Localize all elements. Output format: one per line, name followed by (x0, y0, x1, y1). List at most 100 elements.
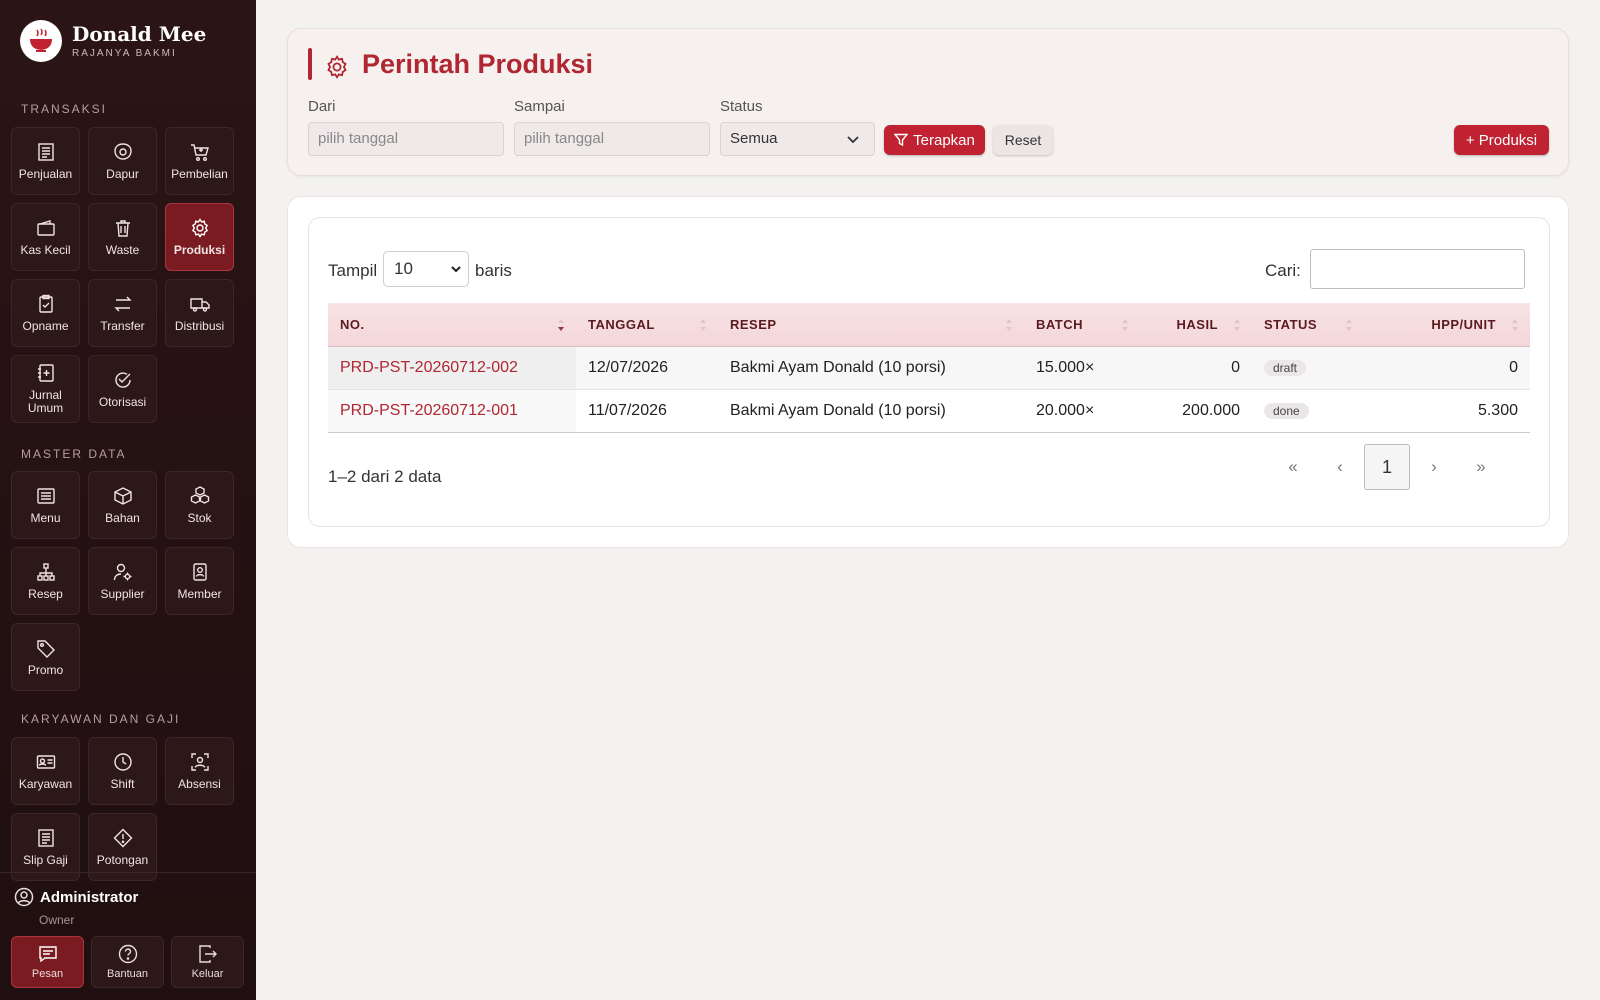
production-number-link[interactable]: PRD-PST-20260712-001 (340, 402, 518, 419)
nav-member[interactable]: Member (165, 547, 234, 615)
dari-date-input[interactable]: pilih tanggal (308, 122, 504, 156)
rows-label: baris (475, 261, 512, 280)
cell-status: done (1252, 389, 1364, 433)
nav-label: Distribusi (174, 318, 225, 333)
nav-label: Umum (27, 401, 64, 415)
receipt-icon (37, 828, 54, 847)
nav-menu[interactable]: Menu (11, 471, 80, 539)
sampai-date-input[interactable]: pilih tanggal (514, 122, 710, 156)
nav-label: Shift (110, 776, 135, 791)
pagination-next[interactable]: › (1411, 444, 1457, 490)
nav-absensi[interactable]: Absensi (165, 737, 234, 805)
nav-distribusi[interactable]: Distribusi (165, 279, 234, 347)
box-icon (113, 486, 132, 505)
sort-icon (700, 319, 706, 331)
reset-button[interactable]: Reset (993, 125, 1053, 155)
cell-batch: 20.000× (1024, 389, 1140, 433)
wallet-icon (36, 219, 55, 236)
user-gear-icon (113, 563, 131, 580)
col-status-label: STATUS (1264, 316, 1318, 332)
nav-dapur[interactable]: Dapur (88, 127, 157, 195)
nav-kas-kecil[interactable]: Kas Kecil (11, 203, 80, 271)
nav-label: Waste (105, 242, 140, 257)
production-table: NO. TANGGAL RESEP BATCH HASIL STATUS HPP… (328, 303, 1530, 433)
brand[interactable]: Donald Mee RAJANYA BAKMI (20, 20, 206, 62)
cell-hpp: 0 (1364, 346, 1530, 390)
col-hpp-unit[interactable]: HPP/UNIT (1364, 303, 1530, 347)
pagination-first[interactable]: « (1270, 444, 1316, 490)
col-hasil[interactable]: HASIL (1140, 303, 1252, 347)
nav-supplier[interactable]: Supplier (88, 547, 157, 615)
col-no[interactable]: NO. (328, 303, 576, 347)
nav-jurnal-umum[interactable]: Jurnal Umum (11, 355, 80, 423)
nav-bahan[interactable]: Bahan (88, 471, 157, 539)
section-karyawan: KARYAWAN DAN GAJI (21, 712, 181, 726)
table-card: Tampil 10 baris Cari: NO. TANGGAL RESEP … (287, 196, 1569, 548)
filter-card: Perintah Produksi Dari pilih tanggal Sam… (287, 28, 1569, 176)
nav-penjualan[interactable]: Penjualan (11, 127, 80, 195)
user-profile[interactable]: Administrator (14, 887, 138, 907)
sidebar: Donald Mee RAJANYA BAKMI TRANSAKSI Penju… (0, 0, 256, 1000)
col-status[interactable]: STATUS (1252, 303, 1364, 347)
nav-label: Supplier (100, 586, 145, 601)
boxes-icon (190, 485, 209, 504)
col-batch[interactable]: BATCH (1024, 303, 1140, 347)
sort-icon (1122, 319, 1128, 331)
warning-diamond-icon (113, 828, 132, 847)
nav-potongan[interactable]: Potongan (88, 813, 157, 881)
col-tanggal[interactable]: TANGGAL (576, 303, 718, 347)
page-title: Perintah Produksi (362, 49, 594, 79)
cell-resep: Bakmi Ayam Donald (10 porsi) (718, 346, 1024, 390)
sidebar-divider (0, 872, 256, 873)
cell-batch: 15.000× (1024, 346, 1140, 390)
nav-label: Penjualan (18, 166, 73, 181)
nav-slip-gaji[interactable]: Slip Gaji (11, 813, 80, 881)
nav-label: Opname (22, 318, 69, 333)
logout-icon (198, 945, 217, 963)
pagination-page-1[interactable]: 1 (1364, 444, 1410, 490)
sampai-label: Sampai (514, 98, 565, 115)
status-select-value: Semua (730, 130, 778, 147)
nav-karyawan[interactable]: Karyawan (11, 737, 80, 805)
keluar-button[interactable]: Keluar (171, 936, 244, 988)
arrows-swap-icon (113, 296, 132, 311)
nav-transfer[interactable]: Transfer (88, 279, 157, 347)
add-produksi-button[interactable]: + Produksi (1454, 125, 1549, 155)
col-hpp-label: HPP/UNIT (1431, 316, 1496, 332)
cell-tanggal: 11/07/2026 (576, 389, 718, 433)
question-circle-icon (118, 944, 137, 964)
production-number-link[interactable]: PRD-PST-20260712-002 (340, 359, 518, 376)
page-length-value: 10 (394, 259, 413, 278)
cell-no: PRD-PST-20260712-002 (328, 346, 576, 390)
clipboard-check-icon (38, 294, 53, 313)
nav-waste[interactable]: Waste (88, 203, 157, 271)
filter-icon (894, 133, 909, 147)
message-icon (38, 946, 57, 963)
sort-icon (1234, 319, 1240, 331)
nav-resep[interactable]: Resep (11, 547, 80, 615)
cell-hpp: 5.300 (1364, 389, 1530, 433)
pagination-prev[interactable]: ‹ (1317, 444, 1363, 490)
search-label: Cari: (1265, 261, 1301, 280)
search-input[interactable] (1310, 249, 1525, 289)
terapkan-button[interactable]: Terapkan (884, 125, 985, 155)
bantuan-button[interactable]: Bantuan (91, 936, 164, 988)
col-resep[interactable]: RESEP (718, 303, 1024, 347)
sort-icon (1512, 319, 1518, 331)
nav-stok[interactable]: Stok (165, 471, 234, 539)
status-badge: done (1264, 402, 1309, 419)
nav-shift[interactable]: Shift (88, 737, 157, 805)
pagination-last[interactable]: » (1458, 444, 1504, 490)
pesan-button[interactable]: Pesan (11, 936, 84, 988)
nav-pembelian[interactable]: Pembelian (165, 127, 234, 195)
nav-opname[interactable]: Opname (11, 279, 80, 347)
nav-otorisasi[interactable]: Otorisasi (88, 355, 157, 423)
gear-icon (191, 217, 208, 238)
page-length-select[interactable]: 10 (383, 251, 469, 287)
nav-label: Produksi (173, 242, 226, 257)
nav-promo[interactable]: Promo (11, 623, 80, 691)
status-select[interactable]: Semua (720, 122, 875, 156)
sort-icon (1006, 319, 1012, 331)
nav-produksi[interactable]: Produksi (165, 203, 234, 271)
status-badge: draft (1264, 359, 1307, 376)
